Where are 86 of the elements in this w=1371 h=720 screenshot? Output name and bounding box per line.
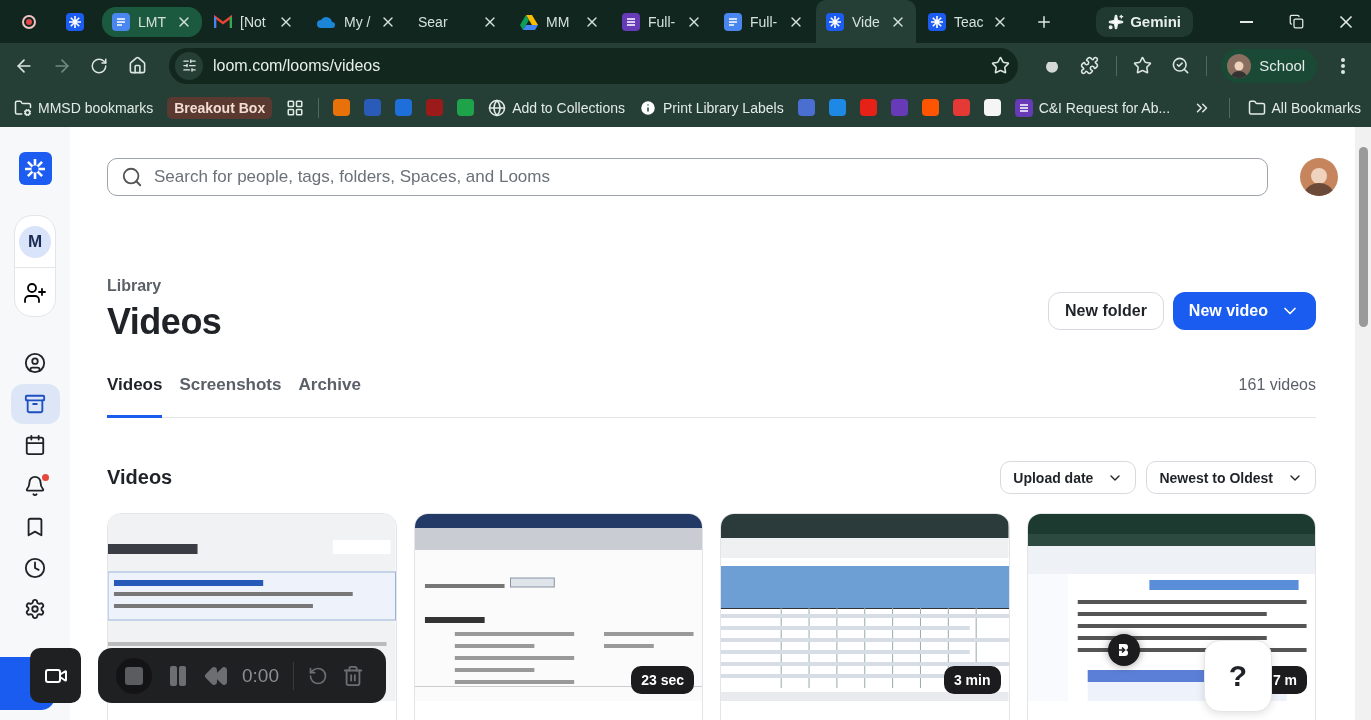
search-field[interactable]: Search for people, tags, folders, Spaces, and Looms [107,158,1268,196]
bookmark-link[interactable]: C&I Request for Ab... [1014,98,1171,117]
folder-icon [1247,98,1266,117]
camera-button[interactable] [30,648,81,703]
home-icon [127,56,147,75]
gemini-button[interactable]: Gemini [1096,6,1193,37]
workspace-avatar[interactable]: M [19,226,51,258]
browser-tab[interactable]: Full- [714,6,814,37]
bookmark-label: Add to Collections [512,99,625,116]
mail-icon [214,14,232,29]
asterisk-icon [928,12,946,31]
new-video-button[interactable]: New video [1172,292,1316,330]
asterisk-icon [66,12,84,31]
bookmark-link[interactable]: Print Library Labels [639,98,784,117]
video-card[interactable]: 23 sec [413,513,703,720]
sidebar-item[interactable] [10,384,60,424]
browser-tab[interactable]: Teac [918,6,1018,37]
reload-icon [90,56,109,75]
document-icon [112,12,130,31]
timer: 0:00 [242,664,279,687]
kebab-icon [1341,57,1346,74]
sparkle-icon [1108,13,1125,30]
site-settings-button[interactable] [175,51,203,80]
browser-tab[interactable]: My / [306,6,406,37]
video-count: 161 videos [1238,376,1316,395]
help-button[interactable]: ? [1204,640,1272,712]
person-icon [24,352,46,374]
duration-label: 23 sec [631,666,694,694]
scrollbar[interactable] [1355,127,1371,720]
avatar [1227,53,1252,78]
avatar[interactable] [1300,158,1338,196]
stop-button[interactable] [116,657,152,694]
sort-dropdown[interactable]: Upload date [1000,461,1137,494]
minimize-icon [1239,20,1253,23]
bookmark-link[interactable]: Breakout Box [167,96,273,119]
folder-icon [14,98,32,117]
bookmark-label: C&I Request for Ab... [1038,99,1171,116]
search-icon [1170,56,1190,75]
browser-tab[interactable]: MM [510,6,610,37]
browser-tab[interactable]: LMT [102,6,202,37]
browser-tab[interactable]: Full- [612,6,712,37]
profile-button[interactable]: School [1221,48,1318,83]
record-indicator-icon [22,14,36,29]
section-title: Videos [107,466,173,489]
clock-icon [24,557,46,579]
list-icon [622,12,640,31]
triangle-icon [520,13,538,30]
search-icon [121,166,143,188]
browser-tab[interactable]: Vide [816,0,916,43]
browser-tab[interactable]: [Not [204,6,304,37]
library-icon [24,393,46,415]
duration-label: 3 min [943,666,1001,694]
bookmark-folder[interactable]: MMSD bookmarks [14,98,154,117]
logo-icon[interactable] [18,152,52,185]
tab[interactable]: Screenshots [179,375,282,418]
globe-icon [488,98,507,117]
bell-icon [24,475,46,497]
puzzle-icon [1080,56,1100,75]
cloud-icon [316,14,336,29]
list-icon [1014,98,1033,117]
star-icon [1133,56,1153,75]
new-folder-button[interactable]: New folder [1048,292,1164,330]
bookmark-icon[interactable] [983,99,1001,116]
address-bar[interactable]: loom.com/looms/videos [169,47,1019,84]
tab[interactable]: Archive [298,375,361,418]
bookmark-folder[interactable]: All Bookmarks [1247,98,1361,117]
browser-tab[interactable]: Sear [408,6,508,37]
bookmark-link[interactable]: Add to Collections [488,98,625,117]
asterisk-icon [826,12,844,31]
video-card[interactable]: 3 min [720,513,1010,720]
calendar-icon [24,434,46,456]
sliders-icon [181,58,197,73]
bookmark-label: Print Library Labels [663,99,784,116]
add-user-icon[interactable] [23,281,47,305]
restore-icon [1288,14,1304,29]
breadcrumb: Library [107,277,163,295]
apps-icon[interactable] [286,98,305,117]
info-icon [639,98,657,117]
restart-icon[interactable] [308,665,328,686]
page-title: Videos [107,301,222,343]
delete-icon[interactable] [342,664,364,687]
star-icon[interactable] [991,56,1011,75]
settings-icon [24,598,46,620]
document-icon [724,12,742,31]
tab[interactable]: Videos [107,375,163,418]
sort-dropdown[interactable]: Newest to Oldest [1146,461,1316,494]
